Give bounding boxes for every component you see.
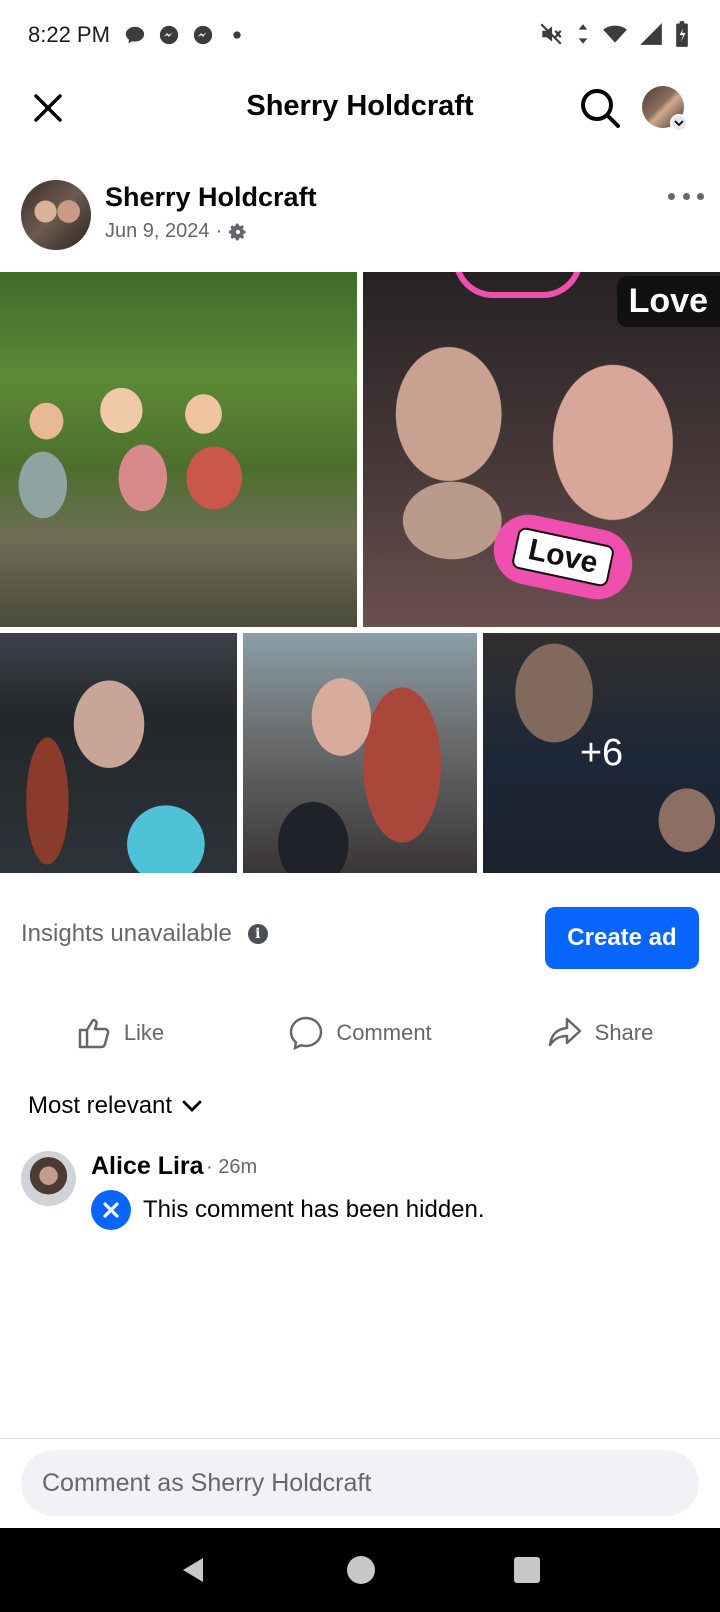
love-sticker-text: Love (510, 526, 616, 588)
post-photo-children[interactable] (0, 272, 357, 627)
share-button[interactable]: Share (480, 1003, 720, 1063)
status-time: 8:22 PM (28, 22, 110, 47)
more-dot-icon (697, 192, 704, 200)
post-actions: Like Comment Share (0, 1003, 720, 1063)
system-nav-bar (0, 1528, 720, 1612)
comment-time: · 26m (206, 1156, 258, 1178)
more-dot-icon (668, 192, 675, 200)
composer-divider (0, 1438, 720, 1439)
comment-bubble-icon (290, 1016, 323, 1051)
like-button[interactable]: Like (0, 1003, 240, 1063)
recents-icon[interactable] (513, 1556, 541, 1584)
info-icon[interactable]: i (247, 924, 268, 944)
chevron-down-icon (182, 1100, 202, 1112)
status-system-icons (538, 20, 690, 48)
status-bar: 8:22 PM (0, 0, 720, 70)
search-button[interactable] (578, 86, 622, 130)
mute-icon (540, 23, 562, 45)
chevron-down-icon (670, 114, 688, 132)
heart-sticker-icon (453, 272, 583, 298)
more-dot-icon (682, 192, 690, 200)
back-icon[interactable] (179, 1555, 209, 1585)
insights-label: Insights unavailable (21, 920, 232, 947)
love-heart-sticker: Love (487, 508, 639, 606)
search-icon (581, 89, 620, 128)
insights-status: Insights unavailable i (21, 920, 268, 948)
create-ad-button[interactable]: Create ad (545, 907, 699, 969)
comment-author[interactable]: Alice Lira (91, 1152, 204, 1181)
signal-icon (640, 23, 662, 45)
thumbs-up-icon (78, 1018, 110, 1049)
messenger-icon (159, 25, 179, 45)
hidden-comment-text: This comment has been hidden. (143, 1196, 485, 1223)
battery-icon (676, 21, 688, 47)
insights-row: Insights unavailable i Create ad (0, 902, 720, 969)
hidden-x-icon (91, 1190, 131, 1230)
commenter-avatar[interactable] (21, 1151, 76, 1206)
post-photo-selfie-car[interactable] (243, 633, 477, 873)
post-photo-couple[interactable]: Love Love (363, 272, 720, 627)
post-photo-more[interactable]: +6 (483, 633, 720, 873)
more-photos-overlay: +6 (483, 633, 720, 873)
post-header: Sherry Holdcraft Jun 9, 2024 · (0, 176, 720, 256)
messenger-icon (193, 25, 213, 45)
post-date[interactable]: Jun 9, 2024 (105, 220, 210, 243)
comment-button[interactable]: Comment (240, 1003, 480, 1063)
comment-input[interactable]: Comment as Sherry Holdcraft (21, 1450, 699, 1516)
post-options-button[interactable] (668, 184, 704, 208)
profile-switcher[interactable] (642, 86, 688, 132)
post-author-name[interactable]: Sherry Holdcraft (105, 182, 317, 213)
top-bar: Sherry Holdcraft (0, 70, 720, 146)
hidden-comment-notice: This comment has been hidden. (91, 1190, 485, 1230)
post-author-avatar[interactable] (21, 180, 91, 250)
gear-icon (229, 223, 246, 240)
share-label: Share (594, 1020, 654, 1045)
comment-sort-dropdown[interactable]: Most relevant (28, 1092, 204, 1120)
data-transfer-icon (578, 24, 588, 44)
status-notification-icons (124, 24, 248, 46)
more-photos-count: +6 (579, 731, 624, 774)
sort-label: Most relevant (28, 1092, 173, 1119)
love-sticker-corner: Love (616, 276, 720, 327)
wifi-icon (603, 25, 627, 43)
comment-label: Comment (336, 1020, 432, 1045)
post-photo-selfie-hood[interactable] (0, 633, 237, 873)
home-icon[interactable] (346, 1555, 376, 1585)
more-notifications-dot-icon (233, 31, 241, 39)
like-label: Like (123, 1020, 165, 1045)
post-meta: Jun 9, 2024 · (105, 220, 248, 243)
chat-bubble-icon (125, 26, 145, 44)
meta-separator: · (215, 220, 223, 242)
comment-item: Alice Lira · 26m This comment has been h… (0, 1148, 720, 1248)
share-arrow-icon (548, 1017, 581, 1047)
